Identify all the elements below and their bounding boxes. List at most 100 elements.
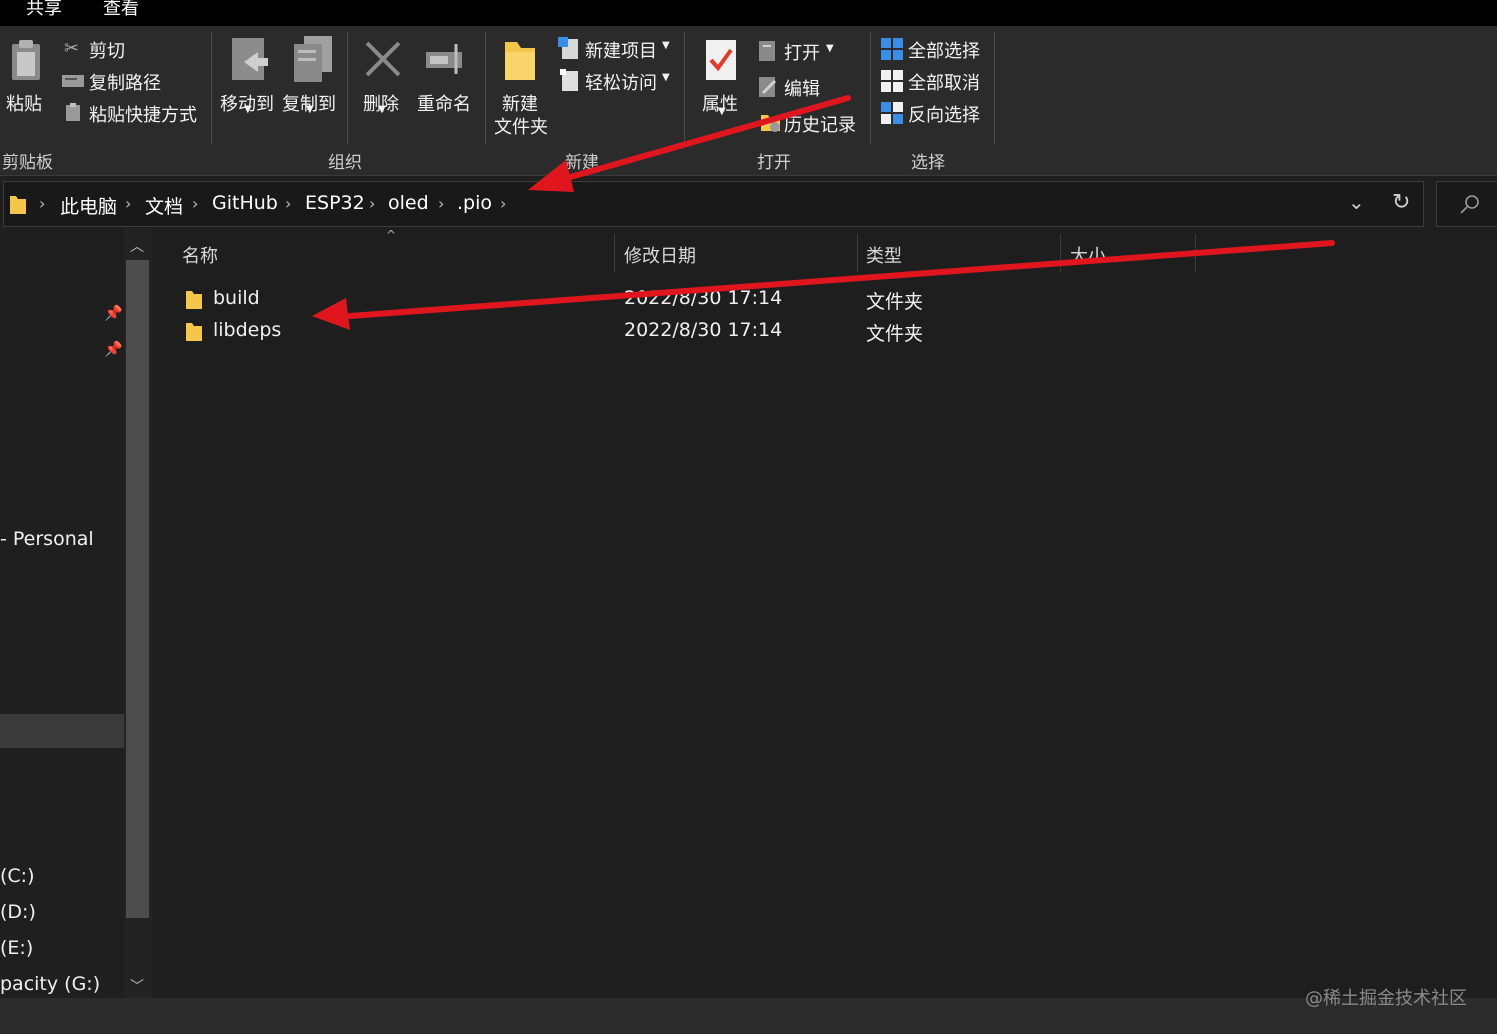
invert-selection-button[interactable]: 反向选择 — [908, 101, 980, 127]
file-modified: 2022/8/30 17:14 — [624, 287, 783, 309]
column-header-modified[interactable]: 修改日期 — [624, 242, 696, 268]
breadcrumb-chevron-icon[interactable]: › — [500, 194, 506, 213]
new-folder-icon — [503, 38, 537, 86]
ribbon-separator — [684, 32, 685, 144]
breadcrumb-github[interactable]: GitHub — [212, 192, 278, 214]
search-box[interactable] — [1436, 181, 1497, 227]
rename-button[interactable]: 重命名 — [417, 90, 471, 116]
breadcrumb-pio[interactable]: .pio — [457, 192, 492, 214]
open-group-label: 打开 — [757, 153, 791, 173]
history-icon — [760, 111, 782, 137]
breadcrumb-chevron-icon[interactable]: › — [125, 194, 131, 213]
select-none-button[interactable]: 全部取消 — [908, 69, 980, 95]
breadcrumb-oled[interactable]: oled — [388, 192, 429, 214]
ribbon-tab-bar: 共享 查看 — [0, 0, 1497, 26]
paste-shortcut-button[interactable]: 粘贴快捷方式 — [89, 101, 197, 127]
column-header-type[interactable]: 类型 — [866, 242, 902, 268]
breadcrumb-chevron-icon[interactable]: › — [438, 194, 444, 213]
column-divider[interactable] — [1195, 234, 1196, 272]
copy-path-button[interactable]: 复制路径 — [89, 69, 161, 95]
file-name: libdeps — [213, 319, 282, 341]
folder-icon — [186, 289, 202, 313]
paste-icon — [9, 38, 43, 86]
pin-icon[interactable]: 📌 — [104, 340, 123, 358]
ribbon-separator — [211, 32, 212, 144]
chevron-down-icon: ▼ — [378, 104, 386, 115]
chevron-down-icon: ▼ — [826, 43, 834, 54]
nav-item-drive-g[interactable]: pacity (G:) — [0, 973, 100, 995]
delete-icon — [364, 40, 402, 82]
navigation-pane: 📌 📌 - Personal (C:) (D:) (E:) pacity (G:… — [0, 228, 124, 998]
chevron-down-icon[interactable]: ⌄ — [1348, 190, 1365, 214]
ribbon-separator — [347, 32, 348, 144]
new-item-button[interactable]: 新建项目 — [585, 37, 657, 63]
select-all-button[interactable]: 全部选择 — [908, 37, 980, 63]
breadcrumb-chevron-icon[interactable]: › — [369, 194, 375, 213]
paste-button[interactable]: 粘贴 — [6, 90, 42, 116]
breadcrumb-esp32[interactable]: ESP32 — [305, 192, 365, 214]
nav-item-drive-d[interactable]: (D:) — [0, 901, 36, 923]
column-header-size[interactable]: 大小 — [1070, 242, 1106, 268]
tab-view[interactable]: 查看 — [103, 0, 139, 20]
table-row[interactable]: libdeps 2022/8/30 17:14 文件夹 — [174, 315, 1274, 347]
paste-shortcut-icon — [66, 103, 80, 125]
history-button[interactable]: 历史记录 — [784, 111, 856, 137]
chevron-down-icon: ▼ — [662, 40, 670, 51]
new-item-icon — [558, 37, 580, 63]
chevron-down-icon: ▼ — [718, 106, 726, 117]
edit-button[interactable]: 编辑 — [784, 75, 820, 101]
breadcrumb-chevron-icon[interactable]: › — [39, 194, 45, 213]
new-folder-button-line2[interactable]: 文件夹 — [494, 113, 548, 139]
chevron-down-icon: ▼ — [244, 104, 252, 115]
ribbon-separator — [994, 32, 995, 144]
scroll-down-icon[interactable]: ﹀ — [130, 976, 144, 996]
column-divider[interactable] — [857, 234, 858, 272]
rename-icon — [424, 40, 468, 80]
ribbon: 粘贴 ✂ 剪切 复制路径 粘贴快捷方式 剪贴板 移动到 ▼ 复制到 ▼ 删除 ▼… — [0, 26, 1497, 176]
file-modified: 2022/8/30 17:14 — [624, 319, 783, 341]
edit-icon — [759, 75, 779, 101]
cut-button[interactable]: 剪切 — [89, 37, 125, 63]
column-divider[interactable] — [1060, 234, 1061, 272]
breadcrumb-this-pc[interactable]: 此电脑 — [60, 192, 117, 219]
table-row[interactable]: build 2022/8/30 17:14 文件夹 — [174, 283, 1274, 315]
copy-to-icon — [292, 34, 336, 88]
copy-path-icon — [62, 73, 84, 92]
ribbon-separator — [870, 32, 871, 144]
tab-share[interactable]: 共享 — [26, 0, 62, 20]
status-bar — [0, 998, 1497, 1034]
select-none-icon — [881, 70, 903, 96]
sort-ascending-icon: ^ — [386, 228, 397, 242]
nav-item-personal[interactable]: - Personal — [0, 528, 94, 550]
open-button[interactable]: 打开 — [784, 39, 820, 65]
nav-item-drive-e[interactable]: (E:) — [0, 937, 33, 959]
breadcrumb-chevron-icon[interactable]: › — [192, 194, 198, 213]
chevron-down-icon: ▼ — [662, 72, 670, 83]
folder-icon — [186, 321, 202, 345]
select-group-label: 选择 — [911, 153, 945, 173]
easy-access-button[interactable]: 轻松访问 — [585, 69, 657, 95]
nav-item-drive-c[interactable]: (C:) — [0, 865, 35, 887]
folder-icon — [10, 194, 26, 218]
organize-group-label: 组织 — [328, 153, 362, 173]
column-divider[interactable] — [614, 234, 615, 272]
search-icon — [1459, 194, 1481, 220]
watermark: @稀土掘金技术社区 — [1305, 988, 1467, 1009]
refresh-icon[interactable]: ↻ — [1392, 190, 1410, 215]
file-list: ^ 名称 修改日期 类型 大小 build 2022/8/30 17:14 文件… — [152, 228, 1497, 998]
scroll-up-icon[interactable]: ︿ — [130, 236, 144, 256]
breadcrumb-documents[interactable]: 文档 — [145, 192, 183, 219]
move-to-icon — [230, 36, 270, 90]
breadcrumb-chevron-icon[interactable]: › — [285, 194, 291, 213]
file-type: 文件夹 — [866, 323, 924, 345]
nav-item-selected[interactable] — [0, 714, 124, 748]
scissors-icon: ✂ — [64, 38, 80, 59]
select-all-icon — [881, 38, 903, 64]
open-icon — [759, 39, 779, 65]
address-bar[interactable]: › 此电脑 › 文档 › GitHub › ESP32 › oled › .pi… — [3, 181, 1424, 227]
clipboard-group-label: 剪贴板 — [2, 153, 53, 173]
pin-icon[interactable]: 📌 — [104, 304, 123, 322]
nav-scrollbar-thumb[interactable] — [126, 260, 149, 918]
file-type: 文件夹 — [866, 291, 924, 313]
column-header-name[interactable]: 名称 — [182, 242, 218, 268]
